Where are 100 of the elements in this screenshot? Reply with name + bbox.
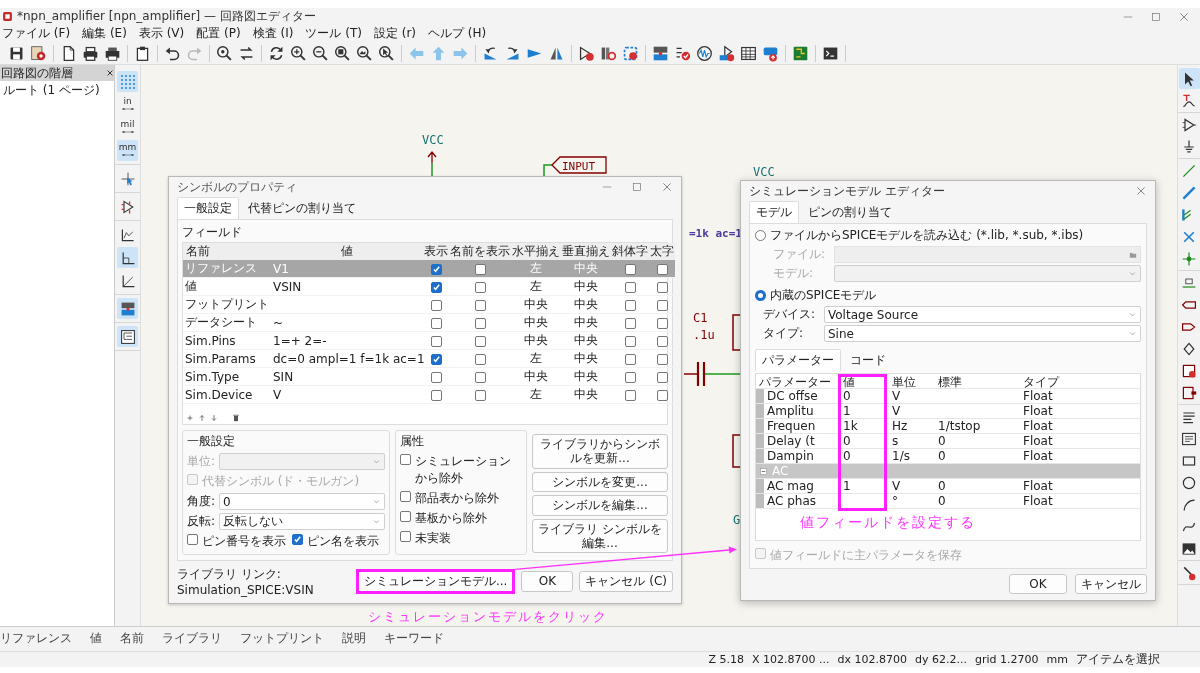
table-row[interactable]: フットプリント 中央 中央: [183, 295, 675, 314]
swap-arrows-icon[interactable]: [238, 44, 255, 62]
checkbox[interactable]: [187, 534, 198, 545]
action-button[interactable]: シンボルを編集...: [532, 495, 668, 516]
circuit-board-icon[interactable]: [792, 44, 809, 62]
radio-button[interactable]: [755, 290, 766, 301]
maximize-icon[interactable]: [1150, 10, 1162, 23]
simulation-model-button[interactable]: シミュレーションモデル...: [359, 572, 513, 591]
trash-icon[interactable]: [232, 414, 240, 422]
annotate-icon[interactable]: [652, 44, 669, 62]
tab[interactable]: モデル: [749, 201, 799, 223]
menu-item[interactable]: ツール (T): [305, 25, 362, 42]
arrow-down-icon[interactable]: [210, 414, 218, 422]
menu-item[interactable]: 編集 (E): [82, 25, 127, 42]
checkbox[interactable]: [624, 317, 636, 329]
checkbox[interactable]: [624, 281, 636, 293]
radio-button[interactable]: [755, 230, 766, 241]
checkbox[interactable]: [400, 454, 411, 465]
menu-item[interactable]: 配置 (P): [196, 25, 241, 42]
checkbox[interactable]: [656, 353, 668, 365]
checkbox[interactable]: [430, 389, 442, 401]
table-row[interactable]: 値 VSIN 左 中央: [183, 277, 675, 296]
tab[interactable]: 一般設定: [177, 197, 239, 219]
zoom-pointer-icon[interactable]: [378, 44, 395, 62]
menu-item[interactable]: 設定 (r): [373, 25, 417, 42]
pointer-button[interactable]: [1178, 68, 1200, 89]
zoom-page-icon[interactable]: [356, 44, 373, 62]
action-button[interactable]: シンボルを変更...: [532, 471, 668, 493]
checkbox[interactable]: [656, 389, 668, 401]
footprint-icon[interactable]: [622, 44, 639, 62]
dropdown[interactable]: 反転しない: [219, 513, 385, 530]
checkbox[interactable]: [430, 335, 442, 347]
collapse-icon[interactable]: [759, 466, 768, 476]
checkbox[interactable]: [474, 389, 486, 401]
dropdown[interactable]: Sine: [824, 325, 1141, 342]
zoom-fit-icon[interactable]: [334, 44, 351, 62]
checkbox[interactable]: [474, 317, 486, 329]
cancel-button[interactable]: キャンセル: [1075, 574, 1147, 595]
menu-item[interactable]: 検査 (I): [252, 25, 294, 42]
checkbox[interactable]: [474, 299, 486, 311]
table-row[interactable]: Sim.Device V 左 中央: [183, 385, 675, 404]
tab[interactable]: ピンの割り当て: [801, 201, 899, 223]
search-icon[interactable]: [216, 44, 233, 62]
refresh-icon[interactable]: [268, 44, 285, 62]
arrow-up-icon[interactable]: [198, 414, 206, 422]
clipboard-icon[interactable]: [134, 44, 151, 62]
checkbox[interactable]: [474, 353, 486, 365]
plus-icon[interactable]: [186, 414, 194, 422]
unit-button[interactable]: mil: [117, 117, 138, 138]
checkbox[interactable]: [430, 317, 442, 329]
close-icon[interactable]: [106, 69, 114, 77]
checkbox[interactable]: [624, 389, 636, 401]
checkbox[interactable]: [624, 335, 636, 347]
unit-button[interactable]: mm: [117, 140, 138, 161]
dropdown[interactable]: 0: [219, 493, 385, 510]
checkbox[interactable]: [624, 299, 636, 311]
tab[interactable]: コード: [843, 349, 893, 371]
menu-item[interactable]: 表示 (V): [138, 25, 185, 42]
checkbox[interactable]: [656, 281, 668, 293]
sheet-gear-icon[interactable]: [30, 44, 47, 62]
checkbox[interactable]: [624, 353, 636, 365]
menu-item[interactable]: ヘルプ (H): [428, 25, 487, 42]
checkbox[interactable]: [656, 335, 668, 347]
checkbox[interactable]: [656, 263, 668, 275]
checkbox[interactable]: [292, 534, 303, 545]
table-icon[interactable]: [740, 44, 757, 62]
symbol-fields-icon[interactable]: [718, 44, 735, 62]
symbol-edit-icon[interactable]: [578, 44, 595, 62]
unit-button[interactable]: in: [117, 94, 138, 115]
maximize-icon[interactable]: [631, 181, 643, 193]
checkbox[interactable]: [430, 281, 442, 293]
checkbox[interactable]: [430, 299, 442, 311]
checkbox[interactable]: [624, 263, 636, 275]
menu-item[interactable]: ファイル (F): [2, 25, 71, 42]
print-icon[interactable]: [82, 44, 99, 62]
zoom-out-icon[interactable]: [312, 44, 329, 62]
hierarchy-panel-button[interactable]: [117, 326, 138, 347]
checkbox[interactable]: [474, 263, 486, 275]
zoom-in-icon[interactable]: [290, 44, 307, 62]
cancel-button[interactable]: キャンセル (C): [579, 571, 673, 592]
action-button[interactable]: ライブラリからシンボルを更新...: [532, 434, 668, 469]
checkbox[interactable]: [656, 317, 668, 329]
table-row[interactable]: Sim.Type SIN 中央 中央: [183, 367, 675, 386]
annotate-button[interactable]: [117, 298, 138, 319]
checkbox[interactable]: [430, 371, 442, 383]
checkbox[interactable]: [624, 371, 636, 383]
checkbox[interactable]: [656, 371, 668, 383]
table-row[interactable]: Sim.Pins 1=+ 2=- 中央 中央: [183, 331, 675, 350]
table-row[interactable]: Sim.Params dc=0 ampl=1 f=1k ac=1 左 中央: [183, 349, 675, 368]
checkbox[interactable]: [474, 335, 486, 347]
tree-item[interactable]: ルート (1 ページ): [0, 81, 114, 99]
tab[interactable]: 代替ピンの割り当て: [241, 197, 363, 219]
ok-button[interactable]: OK: [1009, 574, 1067, 595]
checkbox[interactable]: [400, 511, 411, 522]
action-button[interactable]: ライブラリ シンボルを編集...: [532, 518, 668, 554]
tab[interactable]: パラメーター: [755, 349, 841, 371]
grid-dots-button[interactable]: [117, 71, 138, 92]
ok-button[interactable]: OK: [521, 571, 574, 592]
checkbox[interactable]: [474, 371, 486, 383]
checkbox[interactable]: [430, 263, 442, 275]
